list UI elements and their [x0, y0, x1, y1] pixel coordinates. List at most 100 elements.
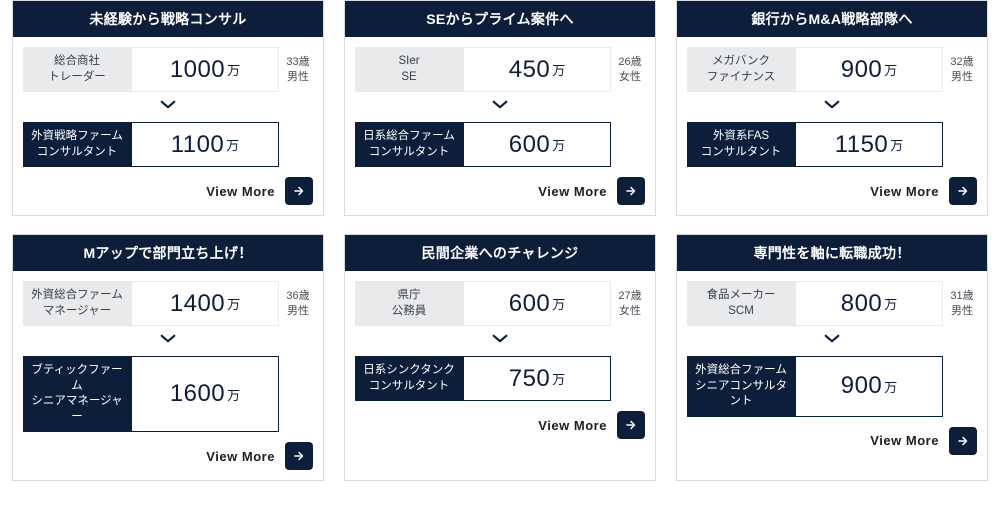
down-arrow-icon — [345, 332, 655, 346]
before-salary-box: 1000 万 — [131, 47, 279, 92]
down-arrow-icon — [13, 98, 323, 112]
before-salary-value: 1000 — [170, 56, 225, 84]
after-salary-box: 1600 万 — [131, 356, 279, 432]
after-salary-value: 750 — [509, 365, 550, 393]
down-arrow-icon — [677, 332, 987, 346]
after-row: 日系シンクタンク コンサルタント 750 万 — [355, 356, 645, 401]
after-salary-value: 1150 — [835, 131, 889, 159]
after-salary-unit: 万 — [227, 385, 240, 404]
before-job-line2: 公務員 — [392, 304, 427, 320]
before-salary-unit: 万 — [884, 294, 897, 313]
after-salary-value: 900 — [841, 372, 882, 400]
after-job-line2: コンサルタント — [369, 379, 450, 395]
gender-label: 女性 — [619, 304, 641, 319]
before-salary-box: 600 万 — [463, 281, 611, 326]
gender-label: 男性 — [287, 70, 309, 85]
after-job-line2: コンサルタント — [701, 145, 782, 161]
card-title: 銀行からM&A戦略部隊へ — [677, 1, 987, 37]
view-more-label: View More — [870, 184, 939, 199]
arrow-right-icon — [624, 418, 638, 432]
view-more-link[interactable]: View More — [13, 167, 323, 207]
view-more-link[interactable]: View More — [345, 167, 655, 207]
case-card: Mアップで部門立ち上げ！ 外資総合ファーム マネージャー 1400 万 36歳 … — [12, 234, 324, 481]
case-card: 銀行からM&A戦略部隊へ メガバンク ファイナンス 900 万 32歳 男性 外… — [676, 0, 988, 216]
after-job-line1: 外資総合ファーム — [695, 363, 787, 379]
before-job-line1: 食品メーカー — [707, 288, 776, 304]
view-more-label: View More — [870, 433, 939, 448]
after-job-line2: コンサルタント — [369, 145, 450, 161]
gender-label: 女性 — [619, 70, 641, 85]
demographics: 32歳 男性 — [943, 47, 977, 92]
arrow-right-button[interactable] — [285, 442, 313, 470]
after-row: ブティックファーム シニアマネージャー 1600 万 — [23, 356, 313, 432]
after-salary-box: 1150 万 — [795, 122, 943, 167]
before-salary-value: 800 — [841, 290, 882, 318]
case-card: 専門性を軸に転職成功！ 食品メーカー SCM 800 万 31歳 男性 外資総合… — [676, 234, 988, 481]
arrow-right-button[interactable] — [617, 411, 645, 439]
after-job-line2: シニアコンサルタント — [690, 379, 792, 410]
arrow-right-button[interactable] — [617, 177, 645, 205]
after-job-line1: ブティックファーム — [26, 363, 128, 394]
before-job-line1: メガバンク — [712, 54, 770, 70]
before-job-line1: 県庁 — [398, 288, 421, 304]
demographics-spacer — [611, 122, 645, 167]
card-title: 未経験から戦略コンサル — [13, 1, 323, 37]
after-salary-unit: 万 — [552, 369, 565, 388]
age-label: 36歳 — [286, 289, 309, 304]
after-job-line1: 日系総合ファーム — [363, 129, 455, 145]
arrow-right-icon — [624, 184, 638, 198]
view-more-link[interactable]: View More — [13, 432, 323, 472]
arrow-right-icon — [956, 434, 970, 448]
demographics-spacer — [611, 356, 645, 401]
after-job-line2: コンサルタント — [37, 145, 118, 161]
demographics: 26歳 女性 — [611, 47, 645, 92]
before-salary-box: 900 万 — [795, 47, 943, 92]
case-card: 未経験から戦略コンサル 総合商社 トレーダー 1000 万 33歳 男性 外資戦… — [12, 0, 324, 216]
arrow-right-button[interactable] — [949, 177, 977, 205]
before-job: 県庁 公務員 — [355, 281, 463, 326]
before-job-line2: ファイナンス — [707, 70, 776, 86]
demographics: 33歳 男性 — [279, 47, 313, 92]
after-salary-box: 600 万 — [463, 122, 611, 167]
after-salary-unit: 万 — [552, 135, 565, 154]
card-title: 民間企業へのチャレンジ — [345, 235, 655, 271]
before-salary-value: 1400 — [170, 290, 225, 318]
arrow-right-button[interactable] — [285, 177, 313, 205]
before-job-line2: トレーダー — [48, 70, 106, 86]
before-row: 食品メーカー SCM 800 万 31歳 男性 — [687, 281, 977, 326]
gender-label: 男性 — [951, 70, 973, 85]
after-salary-box: 1100 万 — [131, 122, 279, 167]
after-job-line2: シニアマネージャー — [26, 394, 128, 425]
before-salary-unit: 万 — [552, 294, 565, 313]
before-job: 総合商社 トレーダー — [23, 47, 131, 92]
before-row: SIer SE 450 万 26歳 女性 — [355, 47, 645, 92]
view-more-link[interactable]: View More — [677, 417, 987, 457]
demographics: 31歳 男性 — [943, 281, 977, 326]
before-salary-value: 600 — [509, 290, 550, 318]
before-job: 食品メーカー SCM — [687, 281, 795, 326]
before-row: メガバンク ファイナンス 900 万 32歳 男性 — [687, 47, 977, 92]
age-label: 27歳 — [618, 289, 641, 304]
after-salary-unit: 万 — [884, 377, 897, 396]
before-row: 外資総合ファーム マネージャー 1400 万 36歳 男性 — [23, 281, 313, 326]
after-job: 日系シンクタンク コンサルタント — [355, 356, 463, 401]
demographics: 27歳 女性 — [611, 281, 645, 326]
before-salary-box: 450 万 — [463, 47, 611, 92]
arrow-right-icon — [292, 449, 306, 463]
arrow-right-icon — [956, 184, 970, 198]
card-title: Mアップで部門立ち上げ！ — [13, 235, 323, 271]
after-job: 外資系FAS コンサルタント — [687, 122, 795, 167]
before-salary-value: 900 — [841, 56, 882, 84]
age-label: 33歳 — [286, 55, 309, 70]
down-arrow-icon — [677, 98, 987, 112]
arrow-right-button[interactable] — [949, 427, 977, 455]
view-more-link[interactable]: View More — [345, 401, 655, 441]
before-salary-unit: 万 — [884, 60, 897, 79]
demographics: 36歳 男性 — [279, 281, 313, 326]
after-job: 日系総合ファーム コンサルタント — [355, 122, 463, 167]
before-row: 総合商社 トレーダー 1000 万 33歳 男性 — [23, 47, 313, 92]
after-salary-unit: 万 — [226, 135, 239, 154]
view-more-link[interactable]: View More — [677, 167, 987, 207]
age-label: 32歳 — [950, 55, 973, 70]
after-job: 外資戦略ファーム コンサルタント — [23, 122, 131, 167]
